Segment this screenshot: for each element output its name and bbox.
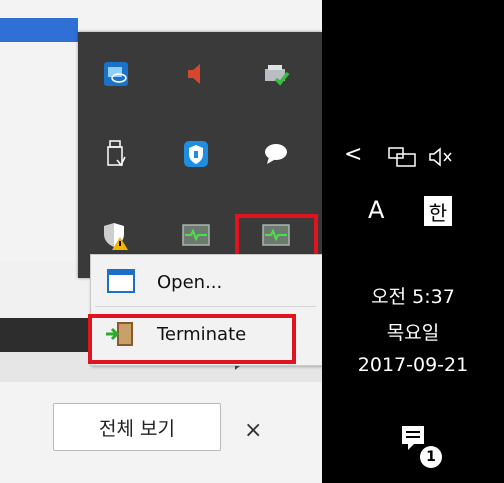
speaker-icon[interactable] xyxy=(180,58,212,90)
intel-graphics-icon[interactable] xyxy=(100,58,132,90)
taskbar: < A 한 오전 5:37 목요일 2017-09-21 1 xyxy=(322,0,504,483)
printer-check-icon[interactable] xyxy=(260,58,292,90)
highlight-box-tray-icon xyxy=(235,214,318,258)
shield-security-icon[interactable] xyxy=(180,138,212,170)
uac-shield-icon[interactable] xyxy=(100,220,132,252)
clock-date: 2017-09-21 xyxy=(357,354,469,376)
clock-time: 오전 5:37 xyxy=(371,286,455,308)
close-button[interactable]: × xyxy=(244,418,262,443)
window-icon xyxy=(107,269,135,297)
usb-drive-icon[interactable] xyxy=(100,138,132,170)
show-hidden-icons-chevron[interactable]: < xyxy=(344,142,362,167)
menu-separator xyxy=(95,306,316,307)
notification-count-badge: 1 xyxy=(420,446,442,468)
view-all-button[interactable]: 전체 보기 xyxy=(53,403,221,451)
highlight-box-terminate xyxy=(88,314,296,364)
menu-item-open[interactable]: Open... xyxy=(91,259,322,305)
monitor-app-icon[interactable] xyxy=(180,220,212,252)
input-mode-korean[interactable]: 한 xyxy=(424,196,452,226)
network-icon[interactable] xyxy=(388,146,418,172)
input-mode-latin[interactable]: A xyxy=(368,196,384,224)
chat-bubble-icon[interactable] xyxy=(260,138,292,170)
menu-item-open-label: Open... xyxy=(157,271,223,293)
clock[interactable]: 오전 5:37 목요일 2017-09-21 xyxy=(322,282,504,386)
background-title-bar xyxy=(0,18,78,42)
volume-muted-icon[interactable] xyxy=(428,146,454,172)
clock-day: 목요일 xyxy=(386,322,440,344)
